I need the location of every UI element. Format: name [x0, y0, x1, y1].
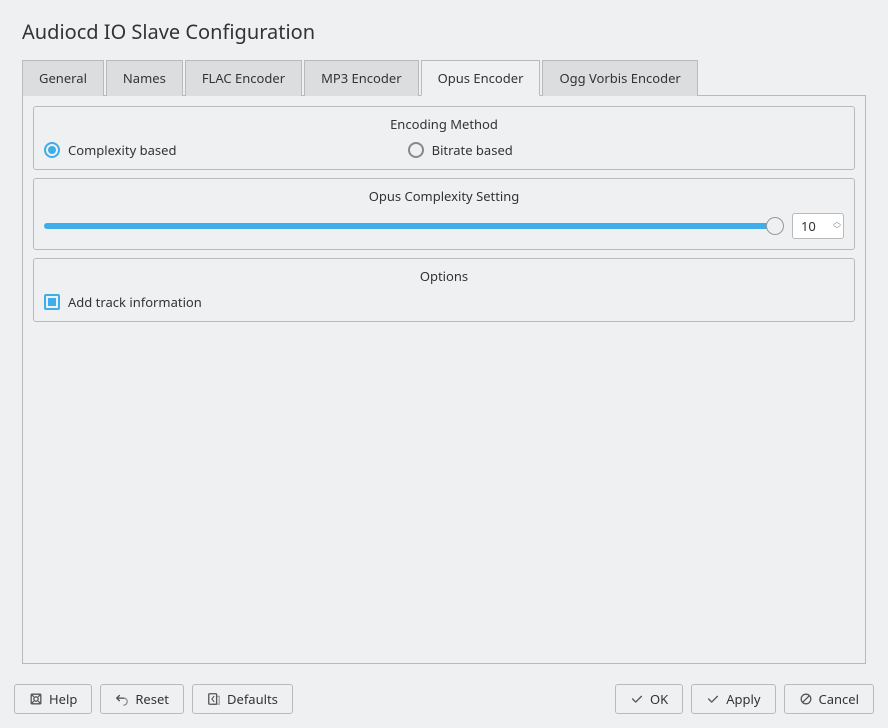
window-title: Audiocd IO Slave Configuration: [0, 0, 888, 59]
complexity-value: 10: [801, 217, 833, 235]
ok-label: OK: [650, 690, 668, 708]
defaults-button[interactable]: Defaults: [192, 684, 293, 714]
radio-complexity-label: Complexity based: [68, 141, 176, 159]
checkbox-icon: [44, 294, 60, 310]
encoding-method-options: Complexity based Bitrate based: [44, 141, 844, 159]
complexity-setting-group: Opus Complexity Setting 10 ︿ ﹀: [33, 178, 855, 250]
apply-button[interactable]: Apply: [691, 684, 775, 714]
encoding-method-group: Encoding Method Complexity based Bitrate…: [33, 106, 855, 170]
options-group: Options Add track information: [33, 258, 855, 322]
tab-content-opus: Encoding Method Complexity based Bitrate…: [22, 95, 866, 664]
help-icon: [29, 692, 43, 706]
chevron-down-icon[interactable]: ﹀: [833, 226, 841, 234]
help-label: Help: [49, 690, 77, 708]
defaults-label: Defaults: [227, 690, 278, 708]
encoding-method-title: Encoding Method: [44, 115, 844, 133]
config-window: Audiocd IO Slave Configuration General N…: [0, 0, 888, 728]
check-icon: [706, 692, 720, 706]
tab-opus-encoder[interactable]: Opus Encoder: [421, 60, 541, 96]
slider-track-icon: [44, 223, 782, 229]
radio-dot-icon: [44, 142, 60, 158]
tab-general[interactable]: General: [22, 60, 104, 96]
undo-icon: [115, 692, 129, 706]
complexity-setting-title: Opus Complexity Setting: [44, 187, 844, 205]
tab-mp3-encoder[interactable]: MP3 Encoder: [304, 60, 419, 96]
help-button[interactable]: Help: [14, 684, 92, 714]
complexity-slider-row: 10 ︿ ﹀: [44, 213, 844, 239]
radio-bitrate-label: Bitrate based: [432, 141, 513, 159]
tab-ogg-vorbis-encoder[interactable]: Ogg Vorbis Encoder: [542, 60, 697, 96]
complexity-spinbox[interactable]: 10 ︿ ﹀: [792, 213, 844, 239]
defaults-icon: [207, 692, 221, 706]
add-track-info-label: Add track information: [68, 293, 202, 311]
apply-label: Apply: [726, 690, 760, 708]
add-track-info-checkbox[interactable]: Add track information: [44, 293, 844, 311]
cancel-label: Cancel: [819, 690, 859, 708]
radio-bitrate-based[interactable]: Bitrate based: [408, 141, 844, 159]
complexity-slider[interactable]: [44, 216, 782, 236]
tab-flac-encoder[interactable]: FLAC Encoder: [185, 60, 302, 96]
radio-circle-icon: [408, 142, 424, 158]
radio-complexity-based[interactable]: Complexity based: [44, 141, 408, 159]
options-title: Options: [44, 267, 844, 285]
reset-button[interactable]: Reset: [100, 684, 184, 714]
slider-thumb-icon[interactable]: [766, 217, 784, 235]
tab-bar: General Names FLAC Encoder MP3 Encoder O…: [22, 59, 866, 95]
cancel-button[interactable]: Cancel: [784, 684, 874, 714]
button-bar: Help Reset Defaults OK: [0, 674, 888, 728]
check-icon: [630, 692, 644, 706]
content-area: General Names FLAC Encoder MP3 Encoder O…: [0, 59, 888, 674]
tab-names[interactable]: Names: [106, 60, 183, 96]
spinner-arrows-icon[interactable]: ︿ ﹀: [833, 218, 841, 234]
reset-label: Reset: [135, 690, 169, 708]
ok-button[interactable]: OK: [615, 684, 683, 714]
cancel-icon: [799, 692, 813, 706]
